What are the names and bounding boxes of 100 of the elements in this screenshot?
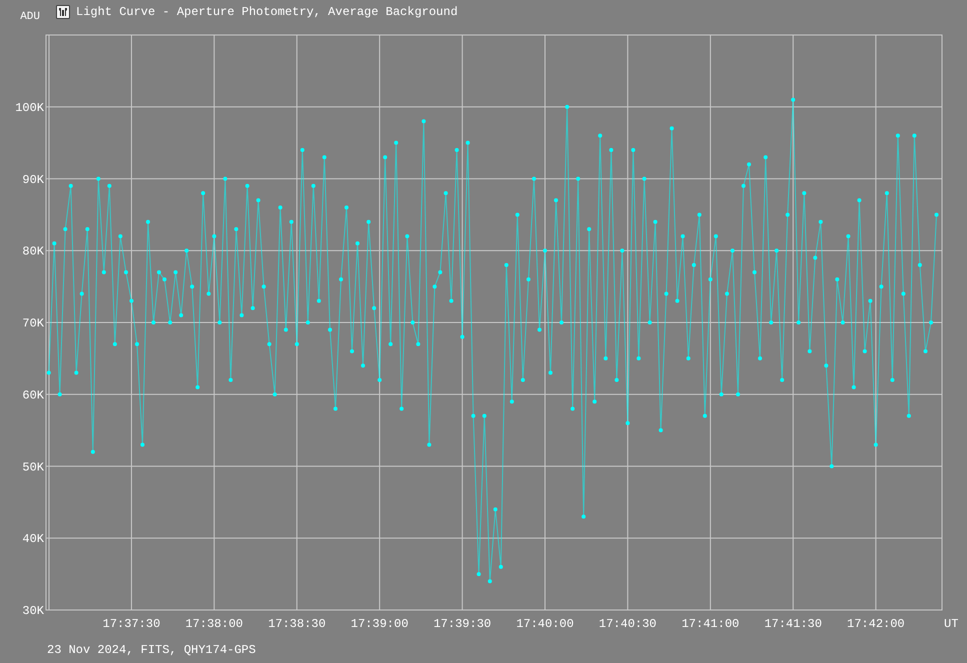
data-point	[598, 134, 602, 138]
axis-label: 17:40:00	[516, 617, 574, 631]
axis-label: 17:39:30	[434, 617, 492, 631]
data-point	[565, 104, 570, 109]
data-point	[587, 227, 592, 232]
data-point	[184, 248, 189, 253]
data-point	[901, 292, 906, 296]
data-point	[890, 378, 894, 382]
data-point	[400, 406, 404, 411]
data-point	[140, 442, 144, 447]
data-point	[58, 392, 62, 396]
data-point	[316, 298, 321, 303]
data-point	[874, 442, 878, 447]
data-point	[405, 234, 410, 238]
data-point	[852, 385, 856, 390]
axis-label: 30K	[22, 604, 44, 618]
footer-text: 23 Nov 2024, FITS, QHY174-GPS	[47, 642, 256, 656]
axis-label: 90K	[22, 172, 44, 187]
data-point	[614, 378, 619, 382]
data-point	[532, 176, 536, 181]
data-point	[896, 134, 900, 138]
data-point	[934, 212, 938, 217]
data-point	[840, 320, 845, 324]
data-point	[752, 270, 756, 274]
axis-label: 17:41:00	[682, 617, 740, 631]
data-point	[846, 234, 850, 238]
data-point	[394, 140, 398, 145]
data-point	[438, 270, 442, 274]
data-point	[427, 442, 432, 447]
data-point	[432, 284, 437, 289]
data-point	[868, 298, 872, 303]
data-point	[152, 320, 156, 324]
data-point	[168, 320, 172, 324]
data-point	[135, 342, 139, 346]
data-point	[653, 220, 658, 224]
data-point	[658, 428, 663, 432]
data-point	[350, 349, 354, 354]
data-point	[879, 284, 884, 289]
data-point	[664, 292, 668, 296]
data-point	[515, 212, 520, 217]
axis-label: 17:40:30	[598, 617, 657, 631]
data-point	[493, 507, 498, 512]
data-point	[680, 234, 685, 238]
data-point	[592, 400, 597, 404]
data-point	[548, 370, 552, 375]
data-point	[692, 263, 696, 267]
data-point	[560, 320, 564, 324]
data-point	[262, 284, 266, 289]
data-point	[813, 256, 818, 260]
data-point	[322, 155, 326, 160]
data-point	[626, 421, 630, 426]
data-point	[702, 414, 707, 418]
axis-label: 17:42:00	[847, 617, 905, 631]
data-point	[228, 378, 233, 382]
data-point	[538, 328, 542, 332]
data-point	[857, 198, 862, 202]
data-point	[388, 342, 393, 346]
data-point	[311, 184, 316, 188]
data-point	[272, 392, 277, 396]
data-point	[96, 176, 100, 181]
data-point	[454, 148, 459, 152]
data-point	[476, 572, 481, 576]
data-point	[884, 191, 889, 196]
data-point	[234, 227, 238, 232]
axis-label: 80K	[22, 244, 44, 259]
chart-title: Light Curve - Aperture Photometry, Average Background	[76, 5, 458, 19]
data-point	[444, 191, 448, 196]
data-point	[102, 270, 106, 274]
data-point	[918, 263, 922, 267]
axis-label: 40K	[22, 532, 44, 546]
data-point	[786, 212, 790, 217]
data-point	[769, 320, 774, 324]
data-point	[670, 126, 674, 130]
axis-label: 17:37:30	[102, 617, 160, 631]
data-point	[410, 320, 415, 324]
data-point	[631, 148, 636, 152]
data-point	[714, 234, 718, 238]
data-point	[510, 400, 514, 404]
data-point	[245, 184, 250, 188]
data-point	[366, 220, 371, 224]
data-point	[356, 241, 360, 246]
app-icon	[56, 5, 70, 19]
data-point	[206, 292, 211, 296]
data-point	[924, 349, 928, 354]
data-point	[107, 184, 112, 188]
axis-label: 60K	[22, 388, 44, 402]
data-point	[179, 313, 184, 318]
data-point	[250, 306, 255, 310]
data-point	[582, 514, 586, 519]
data-point	[791, 98, 796, 102]
data-point	[554, 198, 558, 202]
data-point	[201, 191, 206, 196]
data-point	[929, 320, 933, 324]
axis-label: 17:39:00	[350, 617, 408, 631]
axis-label: 50K	[22, 460, 44, 474]
data-point	[218, 320, 222, 324]
data-point	[74, 370, 78, 375]
data-point	[118, 234, 122, 238]
data-point	[146, 220, 150, 224]
data-point	[339, 277, 343, 282]
